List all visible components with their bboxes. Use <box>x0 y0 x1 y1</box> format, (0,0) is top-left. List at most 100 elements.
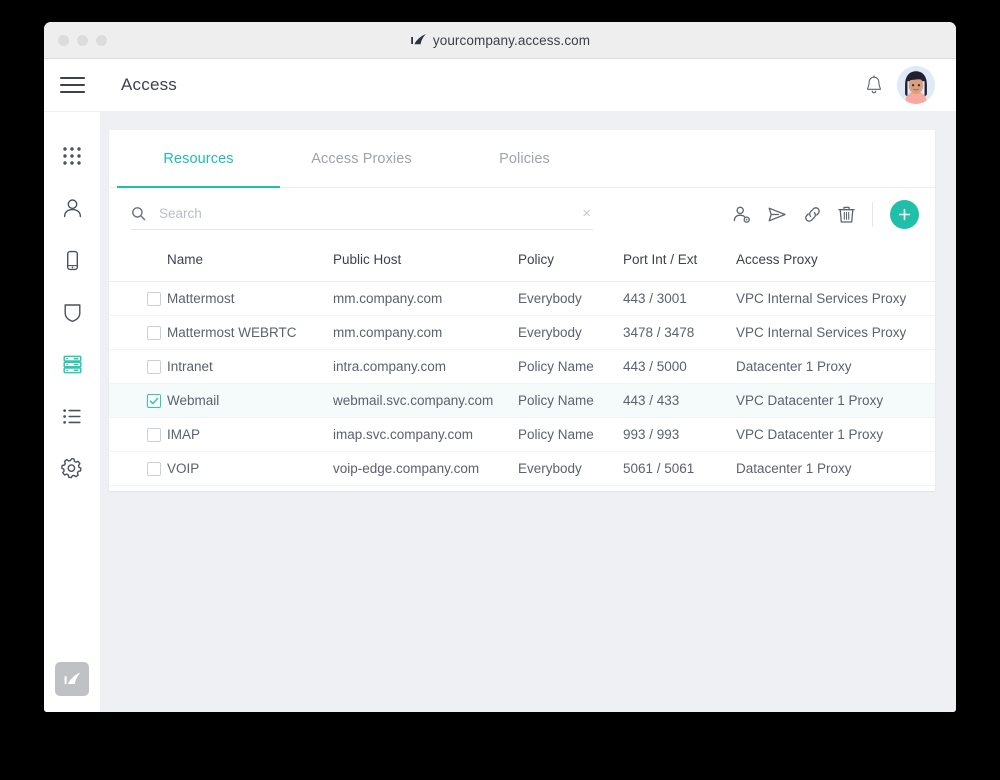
add-resource-button[interactable] <box>890 200 919 229</box>
content-area: Resources Access Proxies Policies × <box>100 112 956 712</box>
search-input[interactable] <box>159 206 567 221</box>
app-shell: Access <box>44 59 956 712</box>
sidebar-item-devices[interactable] <box>44 234 100 286</box>
toolbar-actions <box>732 200 919 229</box>
resources-card: Resources Access Proxies Policies × <box>109 130 935 491</box>
table-body: Mattermostmm.company.comEverybody443 / 3… <box>109 282 935 486</box>
notification-bell-icon[interactable] <box>865 75 883 95</box>
cell-access-proxy: VPC Datacenter 1 Proxy <box>736 418 935 452</box>
select-all-column <box>109 240 167 282</box>
table-header-row: Name Public Host Policy Port Int / Ext A… <box>109 240 935 282</box>
cell-policy: Everybody <box>518 316 623 350</box>
cell-port: 993 / 993 <box>623 418 736 452</box>
row-select-cell <box>109 316 167 350</box>
table-row[interactable]: Intranetintra.company.comPolicy Name443 … <box>109 350 935 384</box>
tab-resources[interactable]: Resources <box>117 130 280 187</box>
column-header-policy[interactable]: Policy <box>518 240 623 282</box>
cell-public-host: imap.svc.company.com <box>333 418 518 452</box>
maximize-dot[interactable] <box>96 35 107 46</box>
sidebar-item-users[interactable] <box>44 182 100 234</box>
toolbar-divider <box>872 202 873 227</box>
cell-public-host: mm.company.com <box>333 316 518 350</box>
link-button[interactable] <box>803 205 822 224</box>
cell-port: 3478 / 3478 <box>623 316 736 350</box>
cell-name: Intranet <box>167 350 333 384</box>
row-select-cell <box>109 452 167 486</box>
sidebar-item-security[interactable] <box>44 286 100 338</box>
app-logo-badge[interactable] <box>55 662 89 696</box>
tab-access-proxies[interactable]: Access Proxies <box>280 130 443 187</box>
cell-port: 443 / 433 <box>623 384 736 418</box>
cell-name: Mattermost <box>167 282 333 316</box>
cell-name: Mattermost WEBRTC <box>167 316 333 350</box>
cell-access-proxy: Datacenter 1 Proxy <box>736 350 935 384</box>
cell-name: IMAP <box>167 418 333 452</box>
table-row[interactable]: Webmailwebmail.svc.company.comPolicy Nam… <box>109 384 935 418</box>
table-row[interactable]: VOIPvoip-edge.company.comEverybody5061 /… <box>109 452 935 486</box>
search-field: × <box>131 199 593 230</box>
row-checkbox[interactable] <box>147 428 161 442</box>
address-bar: yourcompany.access.com <box>44 33 956 48</box>
row-select-cell <box>109 350 167 384</box>
window-traffic-lights <box>58 35 107 46</box>
app-header: Access <box>44 59 956 112</box>
row-select-cell <box>109 418 167 452</box>
table-row[interactable]: Mattermost WEBRTCmm.company.comEverybody… <box>109 316 935 350</box>
sidebar-item-apps[interactable] <box>44 130 100 182</box>
table-row[interactable]: IMAPimap.svc.company.comPolicy Name993 /… <box>109 418 935 452</box>
user-settings-icon <box>732 205 751 224</box>
cell-policy: Policy Name <box>518 384 623 418</box>
column-header-host[interactable]: Public Host <box>333 240 518 282</box>
cell-port: 443 / 3001 <box>623 282 736 316</box>
column-header-name[interactable]: Name <box>167 240 333 282</box>
cell-public-host: webmail.svc.company.com <box>333 384 518 418</box>
cell-access-proxy: VPC Datacenter 1 Proxy <box>736 384 935 418</box>
cell-policy: Everybody <box>518 452 623 486</box>
sidebar-item-resources[interactable] <box>44 338 100 390</box>
table-header: Name Public Host Policy Port Int / Ext A… <box>109 240 935 282</box>
column-header-proxy[interactable]: Access Proxy <box>736 240 935 282</box>
server-icon <box>61 353 84 376</box>
row-checkbox[interactable] <box>147 292 161 306</box>
hamburger-menu-icon[interactable] <box>44 59 100 112</box>
row-checkbox[interactable] <box>147 326 161 340</box>
close-dot[interactable] <box>58 35 69 46</box>
tab-policies[interactable]: Policies <box>443 130 606 187</box>
table-row[interactable]: Mattermostmm.company.comEverybody443 / 3… <box>109 282 935 316</box>
cell-public-host: mm.company.com <box>333 282 518 316</box>
column-header-port[interactable]: Port Int / Ext <box>623 240 736 282</box>
cell-policy: Policy Name <box>518 418 623 452</box>
access-wing-logo-icon <box>410 33 427 47</box>
row-checkbox[interactable] <box>147 394 161 408</box>
clear-search-icon[interactable]: × <box>580 206 593 221</box>
plus-icon <box>897 207 912 222</box>
row-checkbox[interactable] <box>147 462 161 476</box>
cell-port: 443 / 5000 <box>623 350 736 384</box>
app-body: Resources Access Proxies Policies × <box>44 112 956 712</box>
sidebar-item-settings[interactable] <box>44 442 100 494</box>
user-settings-button[interactable] <box>732 205 751 224</box>
delete-button[interactable] <box>838 205 855 224</box>
trash-icon <box>838 205 855 224</box>
send-button[interactable] <box>767 205 787 224</box>
page-title: Access <box>121 75 177 95</box>
user-avatar[interactable] <box>897 66 935 104</box>
row-select-cell <box>109 384 167 418</box>
row-checkbox[interactable] <box>147 360 161 374</box>
access-wing-logo-icon <box>63 671 82 688</box>
cell-access-proxy: Datacenter 1 Proxy <box>736 452 935 486</box>
shield-icon <box>61 301 84 324</box>
cell-access-proxy: VPC Internal Services Proxy <box>736 282 935 316</box>
browser-title-bar: yourcompany.access.com <box>44 22 956 59</box>
table-bottom-edge <box>109 486 935 491</box>
table-toolbar: × <box>109 188 935 240</box>
header-right-actions <box>865 66 935 104</box>
sidebar-item-logs[interactable] <box>44 390 100 442</box>
check-icon <box>149 396 159 406</box>
url-text: yourcompany.access.com <box>433 33 590 48</box>
mobile-device-icon <box>61 249 84 272</box>
resources-table: Name Public Host Policy Port Int / Ext A… <box>109 240 935 486</box>
cell-policy: Everybody <box>518 282 623 316</box>
minimize-dot[interactable] <box>77 35 88 46</box>
cell-name: VOIP <box>167 452 333 486</box>
